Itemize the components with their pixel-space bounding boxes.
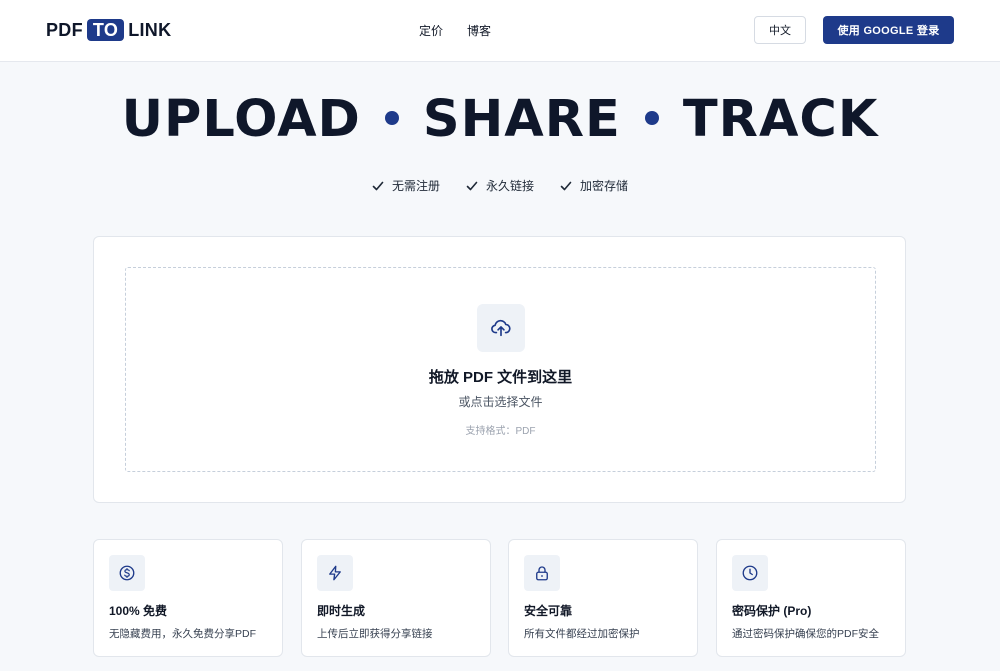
highlight-label: 无需注册 (391, 179, 440, 193)
logo-to: TO (86, 19, 125, 41)
feature-description: 无隐藏费用，永久免费分享PDF (109, 628, 256, 640)
hero-word-share: SHARE (422, 90, 621, 149)
highlight-permanent-link: 永久链接 (466, 177, 534, 194)
upload-icon-box (477, 304, 525, 352)
dollar-icon (119, 565, 135, 581)
feature-card-instant: 即时生成 上传后立即获得分享链接 (301, 539, 491, 657)
logo-pdf: PDF (46, 19, 83, 40)
feature-description: 所有文件都经过加密保护 (524, 628, 640, 640)
google-login-button[interactable]: 使用 GOOGLE 登录 (823, 16, 954, 44)
feature-title: 即时生成 (317, 604, 366, 618)
nav-blog[interactable]: 博客 (467, 22, 491, 39)
supported-formats: 支持格式：PDF (465, 426, 536, 437)
cloud-upload-icon (491, 319, 511, 337)
hero-dot (644, 111, 659, 125)
feature-description: 上传后立即获得分享链接 (317, 628, 433, 640)
dropzone-title: 拖放 PDF 文件到这里 (428, 369, 573, 386)
feature-icon-box (317, 555, 353, 591)
hero-dot (384, 111, 399, 125)
hero-title: UPLOAD SHARE TRACK (0, 86, 1000, 154)
feature-icon-box (732, 555, 768, 591)
hero-word-track: TRACK (682, 90, 879, 149)
feature-icon-box (109, 555, 145, 591)
file-dropzone[interactable]: 拖放 PDF 文件到这里 或点击选择文件 支持格式：PDF (125, 267, 876, 472)
check-icon (466, 181, 478, 190)
upload-card: 拖放 PDF 文件到这里 或点击选择文件 支持格式：PDF (93, 236, 906, 503)
highlight-label: 加密存储 (580, 179, 629, 193)
nav-pricing[interactable]: 定价 (419, 22, 443, 39)
feature-description: 通过密码保护确保您的PDF安全 (732, 628, 879, 640)
feature-card-secure: 安全可靠 所有文件都经过加密保护 (508, 539, 698, 657)
feature-title: 密码保护 (Pro) (732, 604, 812, 618)
language-button[interactable]: 中文 (754, 16, 806, 44)
lock-icon (536, 566, 548, 581)
main-nav: 定价 博客 (419, 22, 491, 39)
highlight-encrypted: 加密存储 (560, 177, 628, 194)
feature-title: 安全可靠 (524, 604, 573, 618)
logo[interactable]: PDF TO LINK (46, 19, 171, 41)
logo-link: LINK (128, 19, 172, 40)
feature-icon-box (524, 555, 560, 591)
feature-card-free: 100% 免费 无隐藏费用，永久免费分享PDF (93, 539, 283, 657)
header: PDF TO LINK 定价 博客 中文 使用 GOOGLE 登录 (0, 0, 1000, 62)
highlight-label: 永久链接 (485, 179, 534, 193)
check-icon (560, 181, 572, 190)
clock-icon (742, 565, 758, 581)
lightning-icon (329, 565, 341, 581)
highlights-row: 无需注册 永久链接 加密存储 (0, 177, 1000, 194)
highlight-no-signup: 无需注册 (372, 177, 440, 194)
feature-card-password: 密码保护 (Pro) 通过密码保护确保您的PDF安全 (716, 539, 906, 657)
dropzone-subtitle: 或点击选择文件 (458, 395, 543, 409)
hero-word-upload: UPLOAD (121, 90, 361, 149)
feature-title: 100% 免费 (109, 604, 168, 618)
check-icon (372, 181, 384, 190)
